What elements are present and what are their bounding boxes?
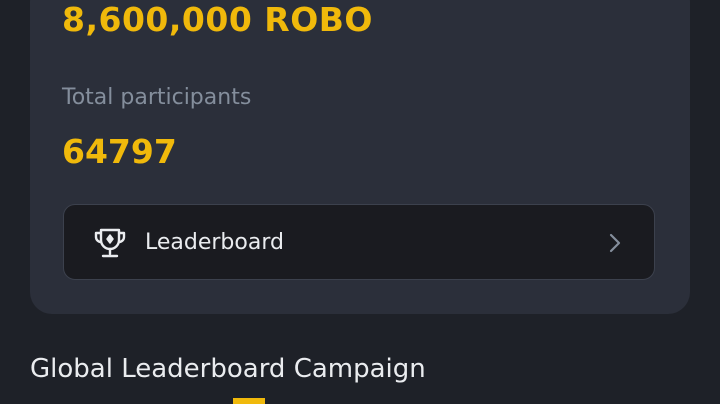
leaderboard-button[interactable]: Leaderboard (63, 204, 655, 280)
leaderboard-label: Leaderboard (145, 230, 284, 255)
participants-label: Total participants (62, 85, 252, 110)
campaign-summary-card: 8,600,000 ROBO Total participants 64797 … (30, 0, 690, 314)
participants-count: 64797 (62, 132, 177, 171)
chevron-right-icon (609, 233, 621, 253)
trophy-icon (94, 228, 126, 258)
prize-pool-amount: 8,600,000 ROBO (62, 0, 373, 39)
active-tab-indicator (233, 398, 265, 404)
section-title: Global Leaderboard Campaign (30, 354, 426, 384)
